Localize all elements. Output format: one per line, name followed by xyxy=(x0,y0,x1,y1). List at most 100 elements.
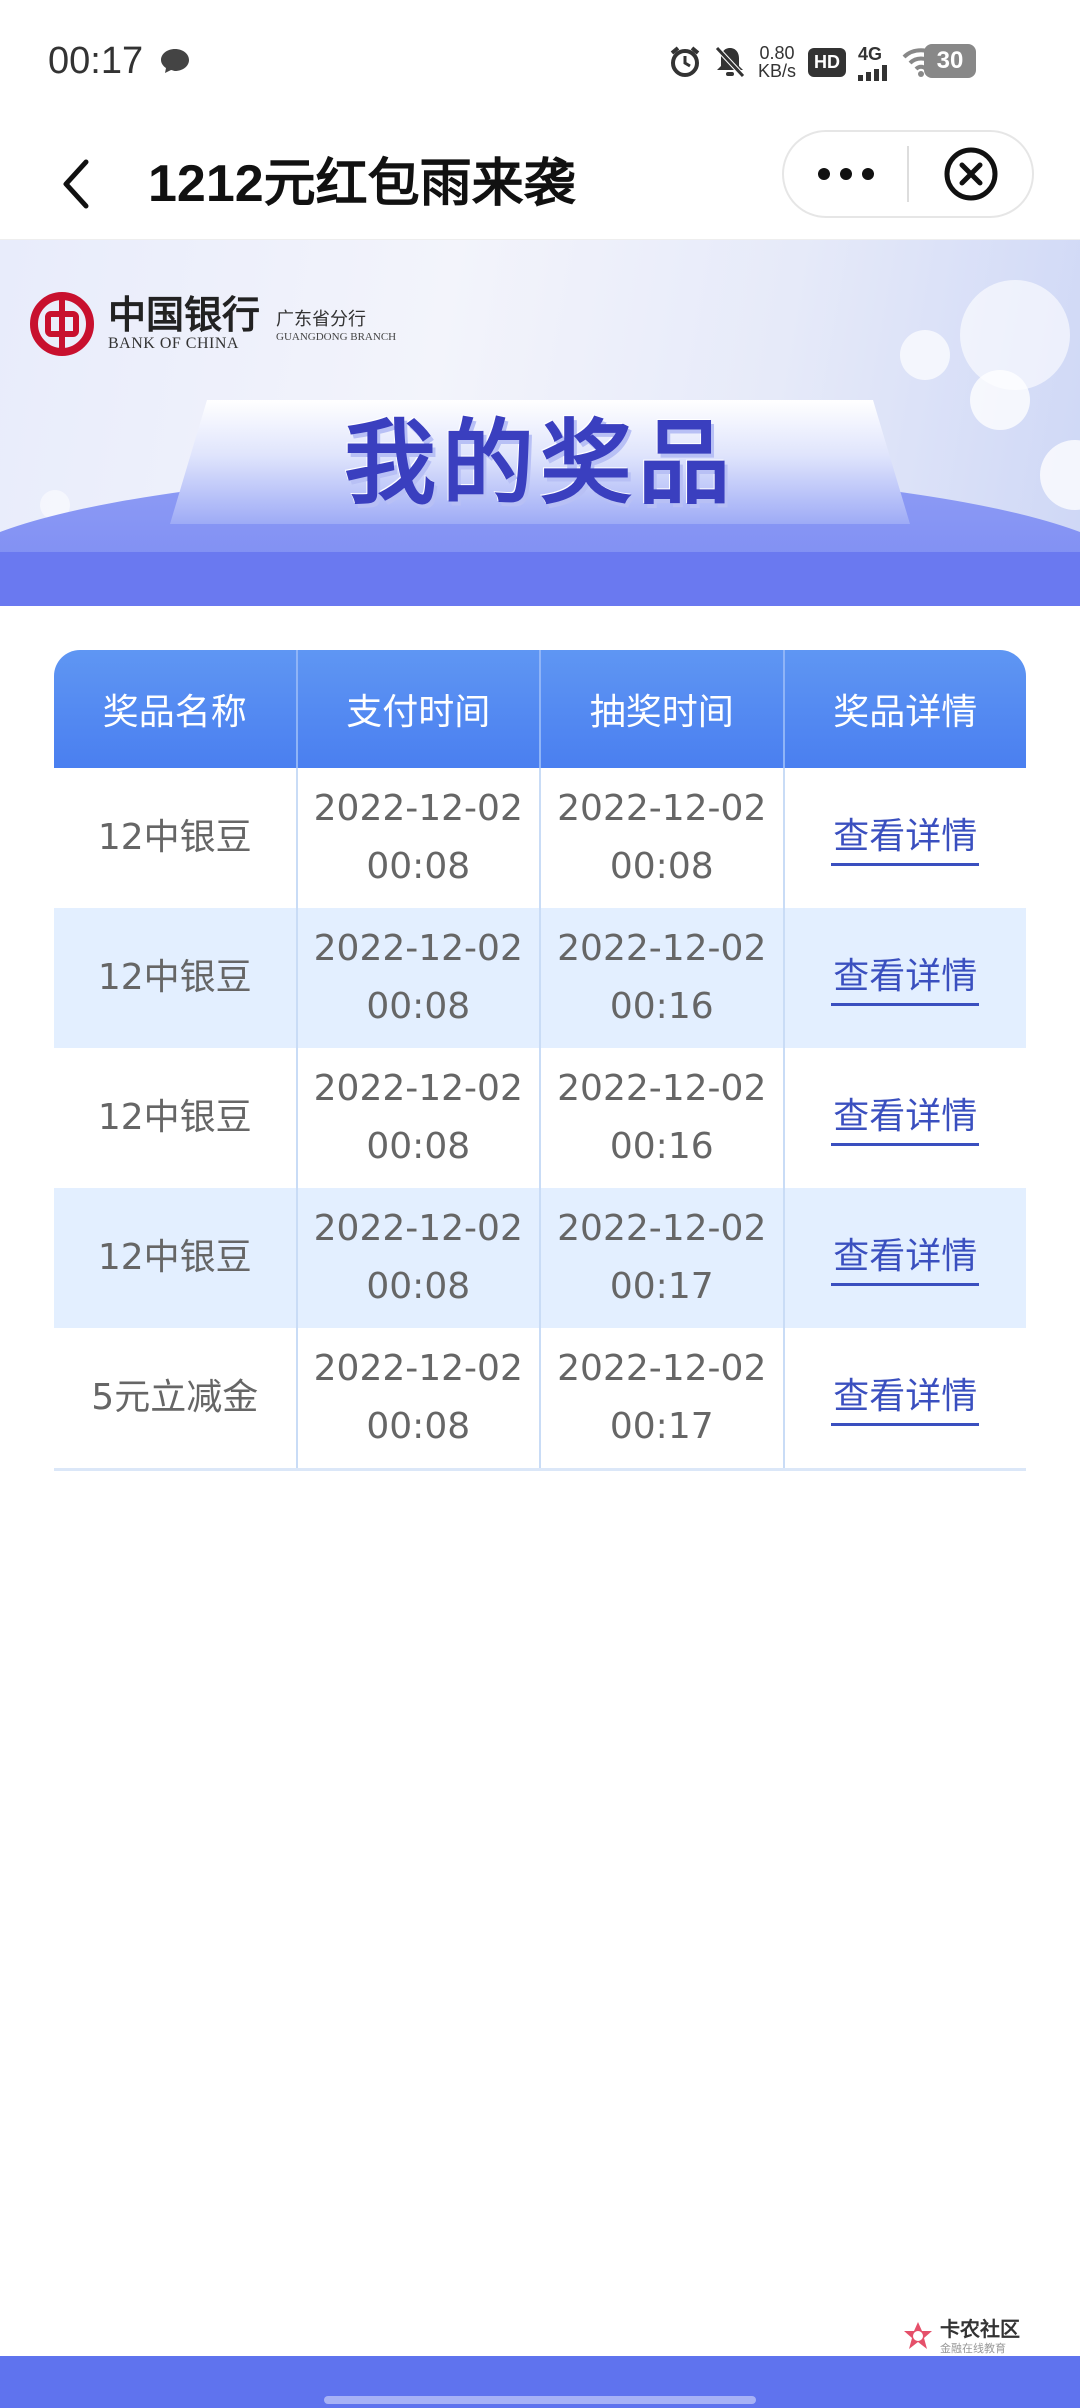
pay-date: 2022-12-02 xyxy=(313,1348,523,1389)
view-details-link[interactable]: 查看详情 xyxy=(831,951,980,1006)
draw-time: 00:16 xyxy=(609,1126,714,1167)
table-header: 奖品名称 支付时间 抽奖时间 奖品详情 xyxy=(54,650,1026,768)
status-bar: 00:17 0.80 KB/s HD 4G 30 xyxy=(0,0,1080,128)
pay-date: 2022-12-02 xyxy=(313,1208,523,1249)
pay-time: 00:08 xyxy=(366,1266,471,1307)
table-row: 12中银豆 2022-12-02 00:08 2022-12-02 00:17 查看… xyxy=(54,1188,1026,1328)
more-button[interactable] xyxy=(784,132,907,216)
cell-prize-name: 12中银豆 xyxy=(54,1048,298,1188)
status-time: 00:17 xyxy=(48,40,144,82)
table-row: 12中银豆 2022-12-02 00:08 2022-12-02 00:16 查看… xyxy=(54,1048,1026,1188)
cell-details: 查看详情 xyxy=(785,1048,1027,1188)
cell-pay-time: 2022-12-02 00:08 xyxy=(298,1048,541,1188)
branch-name: 广东省分行 GUANGDONG BRANCH xyxy=(276,305,396,343)
header-pay-time: 支付时间 xyxy=(298,650,541,768)
view-details-link[interactable]: 查看详情 xyxy=(831,1091,980,1146)
table-row: 12中银豆 2022-12-02 00:08 2022-12-02 00:08 查看… xyxy=(54,768,1026,908)
mini-program-capsule xyxy=(782,130,1034,218)
pay-date: 2022-12-02 xyxy=(313,928,523,969)
more-icon-dot xyxy=(839,168,852,180)
banner-sparkle xyxy=(900,330,950,380)
banner-strip xyxy=(0,552,1080,606)
header-prize-name: 奖品名称 xyxy=(54,650,298,768)
branch-name-cn: 广东省分行 xyxy=(276,309,367,330)
alarm-icon xyxy=(670,46,700,77)
bank-of-china-logo-icon xyxy=(30,292,94,356)
bank-name: 中国银行 BANK OF CHINA xyxy=(108,295,260,353)
branch-name-en: GUANGDONG BRANCH xyxy=(276,331,397,343)
cell-prize-name: 12中银豆 xyxy=(54,1188,298,1328)
cell-draw-time: 2022-12-02 00:08 xyxy=(541,768,785,908)
banner: 中国银行 BANK OF CHINA 广东省分行 GUANGDONG BRANC… xyxy=(0,240,1080,606)
draw-date: 2022-12-02 xyxy=(557,1068,767,1109)
pay-time: 00:08 xyxy=(366,986,471,1027)
prize-name: 5元立减金 xyxy=(91,1377,259,1418)
chat-icon xyxy=(161,49,189,73)
prize-name: 12中银豆 xyxy=(97,1097,252,1138)
close-circle-icon xyxy=(944,147,997,201)
net-speed: 0.80 KB/s xyxy=(757,43,796,81)
more-icon-dot xyxy=(861,168,874,180)
draw-time: 00:17 xyxy=(609,1406,714,1447)
cell-details: 查看详情 xyxy=(785,908,1027,1048)
watermark-subtitle: 金融在线教育 xyxy=(940,2342,1006,2355)
cell-pay-time: 2022-12-02 00:08 xyxy=(298,908,541,1048)
view-details-link[interactable]: 查看详情 xyxy=(831,811,980,866)
nav-bar: 1212元红包雨来袭 xyxy=(0,128,1080,240)
pay-date: 2022-12-02 xyxy=(313,1068,523,1109)
cell-details: 查看详情 xyxy=(785,1328,1027,1468)
header-prize-details: 奖品详情 xyxy=(833,692,978,733)
close-button[interactable] xyxy=(909,132,1032,216)
prize-name: 12中银豆 xyxy=(97,957,252,998)
table-row: 12中银豆 2022-12-02 00:08 2022-12-02 00:16 查看… xyxy=(54,908,1026,1048)
draw-date: 2022-12-02 xyxy=(557,788,767,829)
draw-date: 2022-12-02 xyxy=(557,1208,767,1249)
battery-indicator: 30 xyxy=(924,44,980,84)
signal-icon xyxy=(858,64,887,81)
prize-table: 奖品名称 支付时间 抽奖时间 奖品详情 12中银豆 2022-12-02 00:0… xyxy=(54,650,1026,1471)
more-icon xyxy=(817,168,830,180)
prize-name: 12中银豆 xyxy=(97,817,252,858)
pay-time: 00:08 xyxy=(366,846,471,887)
cell-pay-time: 2022-12-02 00:08 xyxy=(298,768,541,908)
cell-prize-name: 12中银豆 xyxy=(54,768,298,908)
header-draw-time: 抽奖时间 xyxy=(541,650,785,768)
draw-date: 2022-12-02 xyxy=(557,928,767,969)
banner-sparkle xyxy=(1040,440,1080,510)
bank-logo: 中国银行 BANK OF CHINA 广东省分行 GUANGDONG BRANC… xyxy=(30,292,396,356)
mute-icon xyxy=(715,46,745,78)
table-row: 5元立减金 2022-12-02 00:08 2022-12-02 00:17 查看… xyxy=(54,1328,1026,1468)
cell-draw-time: 2022-12-02 00:16 xyxy=(541,908,785,1048)
draw-time: 00:08 xyxy=(609,846,714,887)
view-details-link[interactable]: 查看详情 xyxy=(831,1231,980,1286)
back-button[interactable] xyxy=(40,148,112,220)
watermark-texts: 卡农社区 金融在线教育 xyxy=(940,2318,1020,2356)
cell-prize-name: 12中银豆 xyxy=(54,908,298,1048)
bank-name-cn: 中国银行 xyxy=(108,292,261,337)
back-arrow-icon xyxy=(63,159,89,209)
cell-pay-time: 2022-12-02 00:08 xyxy=(298,1188,541,1328)
table-bottom-line xyxy=(54,1468,1026,1471)
kanong-logo-icon xyxy=(904,2322,932,2349)
cell-details: 查看详情 xyxy=(785,1188,1027,1328)
cell-draw-time: 2022-12-02 00:17 xyxy=(541,1328,785,1468)
page-title: 1212元红包雨来袭 xyxy=(148,155,576,213)
draw-time: 00:16 xyxy=(609,986,714,1027)
banner-sparkle xyxy=(970,370,1030,430)
hd-badge: HD xyxy=(808,47,846,77)
prize-name: 12中银豆 xyxy=(97,1237,252,1278)
pay-time: 00:08 xyxy=(366,1126,471,1167)
status-icons: 0.80 KB/s HD 4G xyxy=(668,40,940,84)
pay-time: 00:08 xyxy=(366,1406,471,1447)
signal-indicator: 4G xyxy=(858,44,890,81)
home-indicator[interactable] xyxy=(324,2396,756,2404)
net-type: 4G xyxy=(858,43,883,64)
view-details-link[interactable]: 查看详情 xyxy=(831,1371,980,1426)
watermark-title: 卡农社区 xyxy=(940,2317,1020,2341)
pay-date: 2022-12-02 xyxy=(313,788,523,829)
cell-pay-time: 2022-12-02 00:08 xyxy=(298,1328,541,1468)
banner-title: 我的奖品 xyxy=(343,410,736,517)
watermark: 卡农社区 金融在线教育 xyxy=(900,2318,1020,2356)
cell-draw-time: 2022-12-02 00:16 xyxy=(541,1048,785,1188)
bank-name-en: BANK OF CHINA xyxy=(108,335,239,352)
